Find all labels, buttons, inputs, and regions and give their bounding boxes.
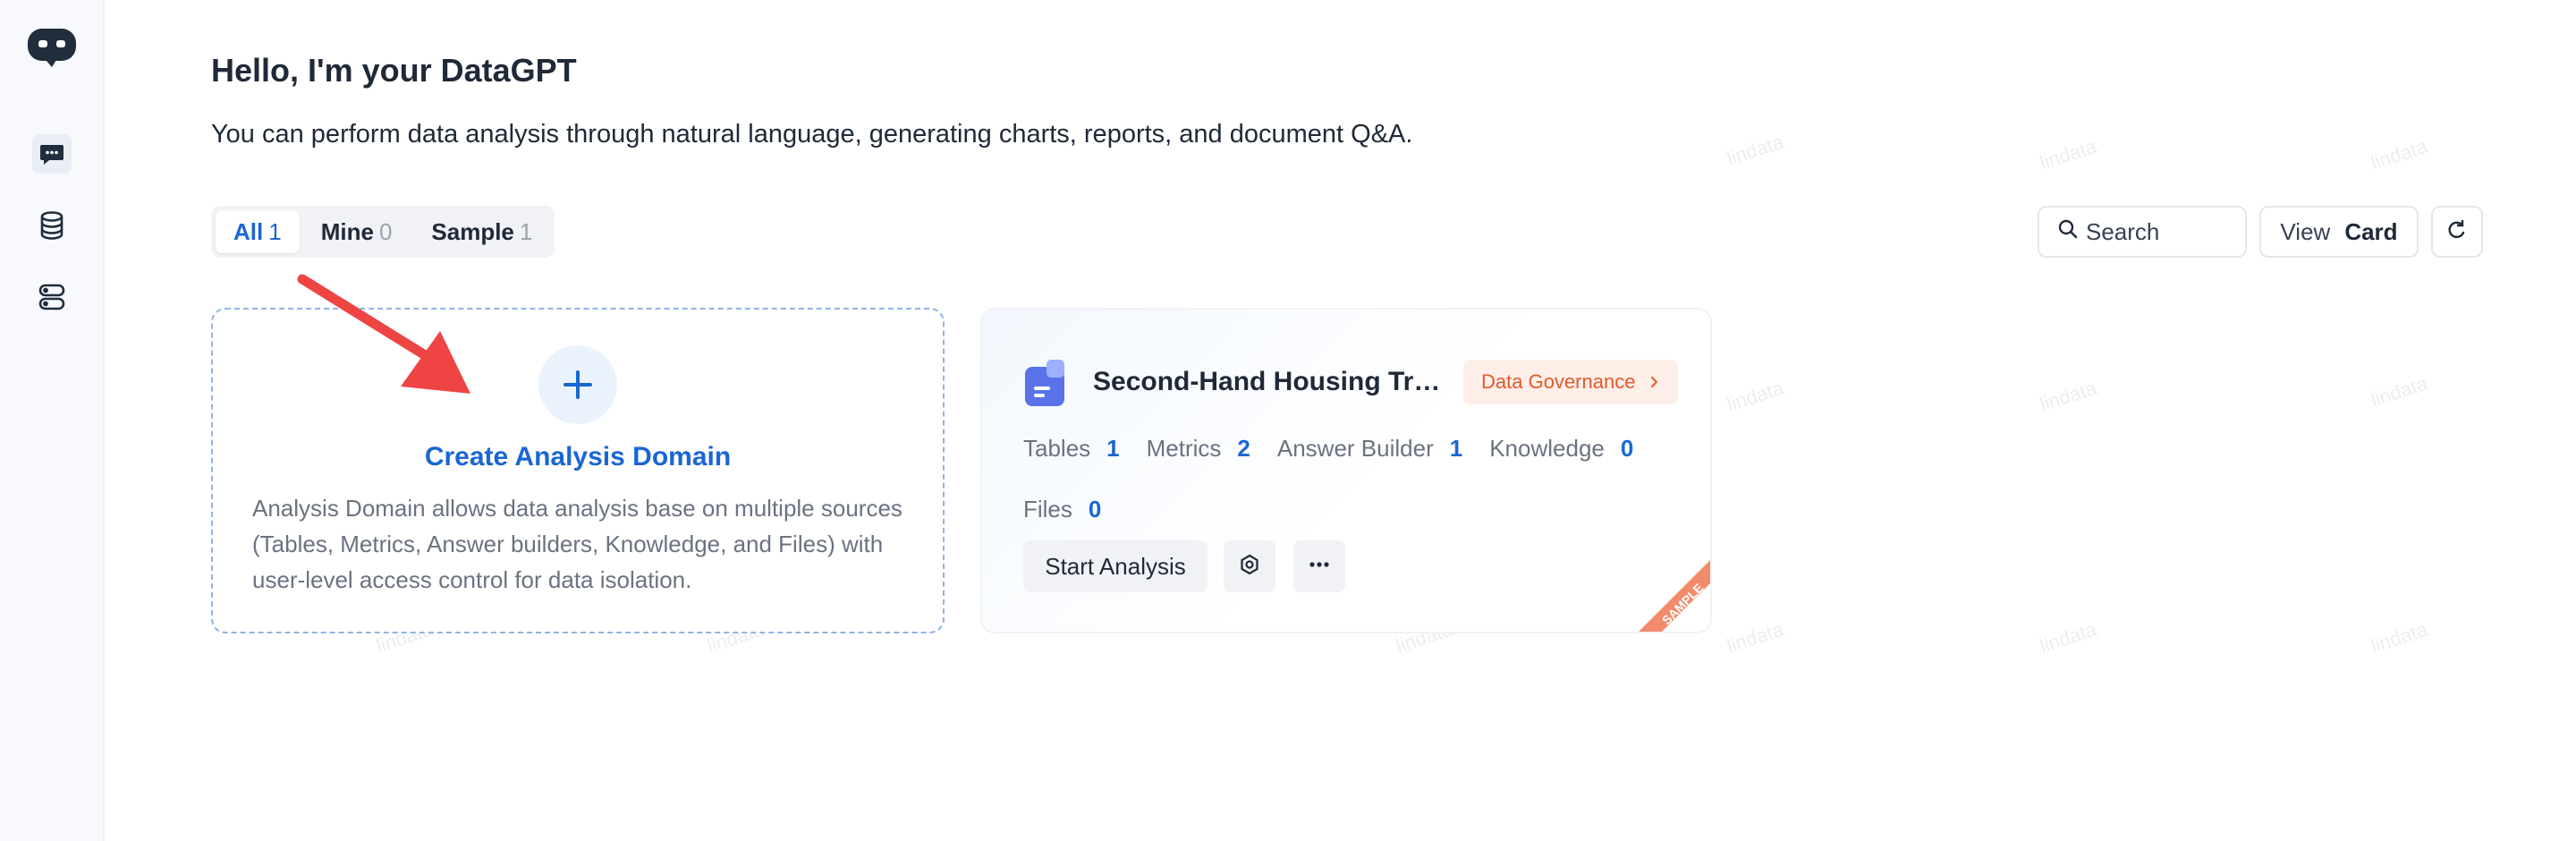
stat-value: 1 [1449,435,1463,462]
tab-sample[interactable]: Sample 1 [413,210,550,253]
tab-mine[interactable]: Mine 0 [303,210,411,253]
page-subtitle: You can perform data analysis through na… [211,120,1413,149]
domain-stats: Tables 1 Metrics 2 Answer Builder 1 Know… [1023,435,1633,463]
watermark: lindata [2368,617,2430,658]
stat-answer-builder: Answer Builder 1 [1277,435,1462,463]
stat-metrics: Metrics 2 [1147,435,1250,463]
chevron-right-icon [1648,370,1660,394]
watermark: lindata [2368,134,2430,174]
plus-icon[interactable] [538,345,617,424]
watermark: lindata [2037,376,2099,416]
annotation-arrow-icon [297,274,470,394]
stat-tables: Tables 1 [1023,435,1120,463]
view-label: View [2280,217,2331,245]
stat-label: Answer Builder [1276,435,1434,462]
domain-icon [1023,358,1070,408]
watermark: lindata [2368,371,2430,412]
view-value: Card [2344,217,2398,245]
tab-count: 0 [378,217,393,245]
stat-value: 1 [1106,435,1120,462]
tab-label: Sample [431,217,514,245]
badge-label: Data Governance [1481,370,1636,393]
create-domain-description: Analysis Domain allows data analysis bas… [252,495,902,593]
search-placeholder: Search [2086,217,2160,245]
more-icon [1308,553,1331,581]
data-governance-badge[interactable]: Data Governance [1463,360,1679,404]
create-domain-title[interactable]: Create Analysis Domain [213,442,943,472]
stat-label: Files [1023,496,1072,522]
view-mode-select[interactable]: View Card [2259,206,2419,258]
settings-icon [1238,553,1261,581]
tab-count: 1 [268,217,282,245]
tab-label: All [233,217,264,245]
tab-count: 1 [519,217,533,245]
refresh-icon [2445,218,2469,246]
page-title: Hello, I'm your DataGPT [211,52,577,89]
chat-icon[interactable] [32,134,72,174]
server-icon[interactable] [36,281,68,313]
tab-all[interactable]: All 1 [216,210,300,253]
watermark: lindata [1724,617,1786,658]
watermark: lindata [2037,617,2099,658]
search-icon [2057,218,2079,246]
watermark: lindata [1724,130,1786,170]
database-icon[interactable] [36,209,68,242]
stat-label: Tables [1023,435,1091,462]
sidebar [0,0,105,841]
watermark: lindata [2037,134,2099,174]
stat-knowledge: Knowledge 0 [1489,435,1633,463]
search-input[interactable]: Search [2038,206,2247,258]
refresh-button[interactable] [2431,206,2483,258]
watermark: lindata [1724,376,1786,416]
domain-card[interactable]: Second-Hand Housing Tra... Data Governan… [980,308,1712,633]
logo-icon[interactable] [26,27,78,68]
stat-value: 2 [1237,435,1250,462]
domain-stats-row-2: Files 0 [1023,496,1101,523]
more-button[interactable] [1293,540,1345,592]
stat-value: 0 [1620,435,1634,462]
sample-ribbon: SAMPLE [1639,560,1710,632]
stat-files: Files 0 [1023,496,1101,523]
settings-button[interactable] [1224,540,1275,592]
filter-tabs: All 1 Mine 0 Sample 1 [211,206,555,258]
stat-label: Metrics [1146,435,1222,462]
stat-value: 0 [1088,496,1102,522]
stat-label: Knowledge [1489,435,1605,462]
start-analysis-button[interactable]: Start Analysis [1023,540,1208,592]
domain-title: Second-Hand Housing Tra... [1093,367,1451,396]
tab-label: Mine [320,217,374,245]
ribbon-label: SAMPLE [1659,581,1707,628]
